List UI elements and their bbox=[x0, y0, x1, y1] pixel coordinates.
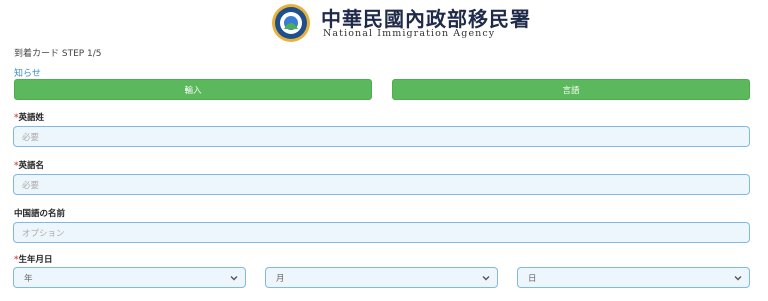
step-indicator: 到着カード STEP 1/5 bbox=[14, 49, 102, 59]
notice-link[interactable]: 知らせ bbox=[14, 66, 41, 79]
birth-day-select[interactable]: 日 bbox=[517, 267, 750, 288]
chevron-down-icon bbox=[230, 276, 238, 281]
given-name-label: *英語名 bbox=[14, 161, 44, 171]
agency-emblem-icon bbox=[272, 4, 310, 42]
chinese-name-input[interactable]: オプション bbox=[13, 222, 750, 243]
agency-name-english: National Immigration Agency bbox=[323, 28, 496, 39]
chevron-down-icon bbox=[734, 276, 742, 281]
birth-month-select[interactable]: 月 bbox=[265, 267, 498, 288]
language-button[interactable]: 言語 bbox=[392, 79, 750, 100]
chinese-name-label: 中国語の名前 bbox=[14, 209, 66, 219]
surname-label: *英語姓 bbox=[14, 113, 44, 123]
birthdate-label: *生年月日 bbox=[14, 255, 53, 265]
chevron-down-icon bbox=[482, 276, 490, 281]
given-name-input[interactable]: 必要 bbox=[13, 174, 750, 195]
birth-year-select[interactable]: 年 bbox=[13, 267, 246, 288]
input-button[interactable]: 輸入 bbox=[14, 79, 372, 100]
surname-input[interactable]: 必要 bbox=[13, 126, 750, 147]
header: 中華民國內政部移民署 National Immigration Agency bbox=[0, 0, 768, 44]
